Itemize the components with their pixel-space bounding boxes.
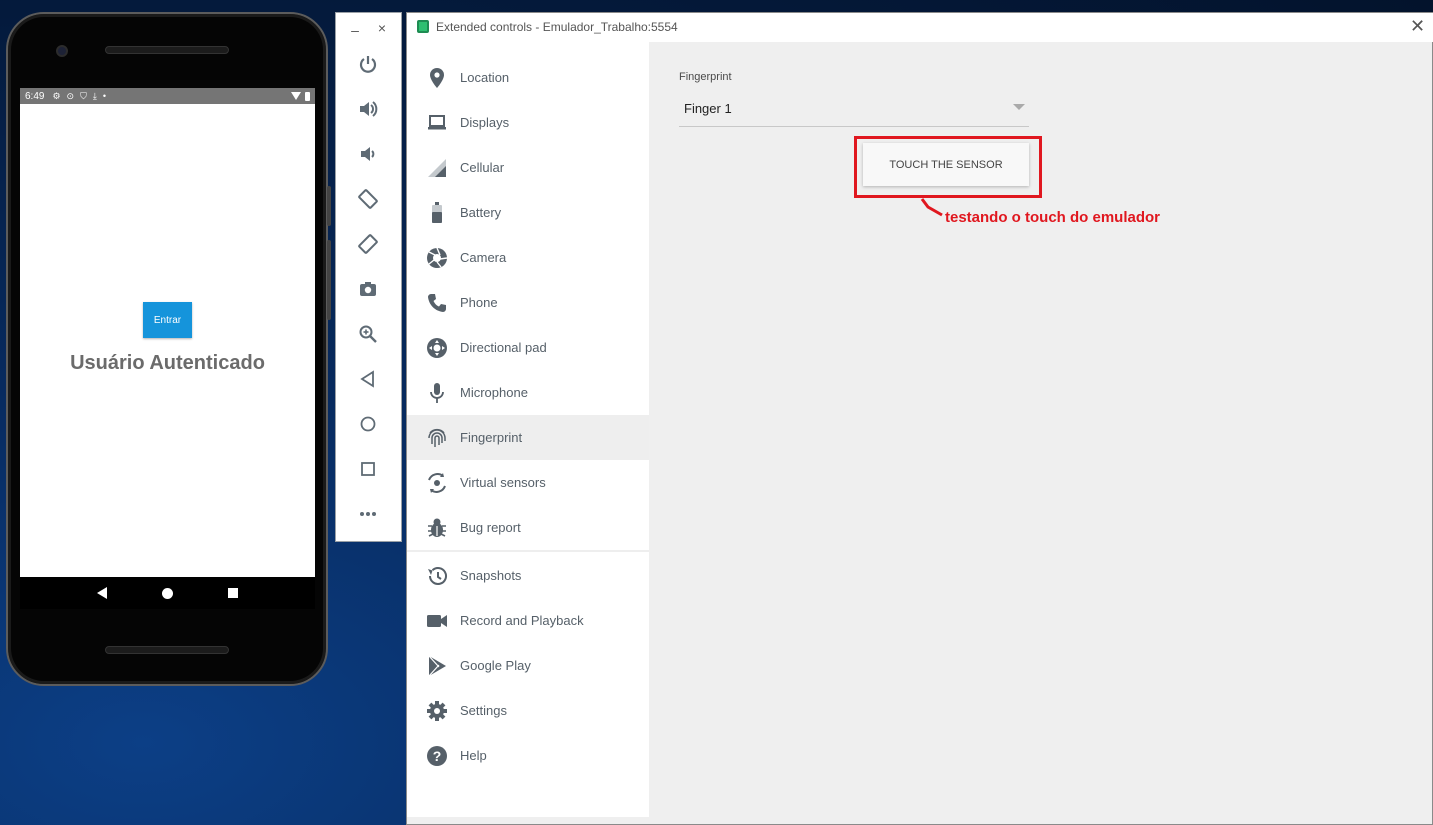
- location-icon: ⊙: [66, 90, 75, 101]
- camera-icon: [425, 246, 449, 270]
- emulator-app-icon: [417, 20, 429, 33]
- bug-icon: [425, 516, 449, 540]
- sidebar-item-bug-report[interactable]: Bug report: [407, 505, 649, 550]
- svg-text:?: ?: [433, 748, 442, 764]
- power-icon[interactable]: [357, 53, 379, 75]
- back-icon[interactable]: [357, 368, 379, 390]
- fingerprint-icon: [425, 426, 449, 450]
- sidebar-item-cellular[interactable]: Cellular: [407, 145, 649, 190]
- rotate-right-icon[interactable]: [357, 233, 379, 255]
- sidebar-item-directional-pad[interactable]: Directional pad: [407, 325, 649, 370]
- sidebar-item-displays[interactable]: Displays: [407, 100, 649, 145]
- phone-power-key: [327, 186, 331, 226]
- phone-icon: [425, 291, 449, 315]
- sidebar-item-battery[interactable]: Battery: [407, 190, 649, 235]
- displays-icon: [425, 111, 449, 135]
- navigation-bar: [20, 577, 315, 609]
- battery-icon: [305, 91, 310, 101]
- sidebar-divider: [407, 550, 649, 552]
- settings-icon: ⚙: [52, 90, 61, 101]
- dot-icon: •: [102, 90, 106, 101]
- toolbar-close-button[interactable]: ×: [376, 20, 388, 36]
- fingerprint-label: Fingerprint: [679, 71, 732, 83]
- wifi-icon: [291, 92, 301, 100]
- virtual-sensors-icon: [425, 471, 449, 495]
- sidebar-item-help[interactable]: ? Help: [407, 733, 649, 778]
- phone-volume-key: [327, 240, 331, 320]
- sidebar-item-camera[interactable]: Camera: [407, 235, 649, 280]
- annotation-text: testando o touch do emulador: [945, 209, 1161, 226]
- sidebar-item-microphone[interactable]: Microphone: [407, 370, 649, 415]
- earpiece-speaker: [105, 46, 229, 54]
- status-time: 6:49: [25, 90, 45, 102]
- front-camera: [56, 45, 68, 57]
- sidebar-item-virtual-sensors[interactable]: Virtual sensors: [407, 460, 649, 505]
- sidebar-item-fingerprint[interactable]: Fingerprint: [407, 415, 649, 460]
- sidebar-item-record-playback[interactable]: Record and Playback: [407, 598, 649, 643]
- app-screen: [20, 104, 315, 577]
- overview-icon[interactable]: [357, 458, 379, 480]
- play-icon: [425, 654, 449, 678]
- screenshot-icon[interactable]: [357, 278, 379, 300]
- dpad-icon: [425, 336, 449, 360]
- snapshots-icon: [425, 564, 449, 588]
- status-bar: 6:49 ⚙ ⊙ ⛉ ⤓ •: [20, 88, 315, 104]
- rotate-left-icon[interactable]: [357, 188, 379, 210]
- zoom-icon[interactable]: [357, 323, 379, 345]
- nav-home-icon[interactable]: [161, 587, 173, 599]
- location-icon: [425, 66, 449, 90]
- nav-recents-icon[interactable]: [227, 588, 238, 598]
- toolbar-minimize-button[interactable]: –: [349, 22, 361, 38]
- volume-up-icon[interactable]: [357, 98, 379, 120]
- shield-icon: ⛉: [80, 90, 87, 101]
- sidebar-item-location[interactable]: Location: [407, 55, 649, 100]
- sidebar-item-snapshots[interactable]: Snapshots: [407, 553, 649, 598]
- authenticated-text: Usuário Autenticado: [70, 352, 265, 374]
- battery-icon: [425, 201, 449, 225]
- window-title: Extended controls - Emulador_Trabalho:55…: [436, 20, 678, 34]
- cellular-icon: [425, 156, 449, 180]
- annotation-highlight-box: [854, 136, 1042, 198]
- sidebar-item-google-play[interactable]: Google Play: [407, 643, 649, 688]
- annotation-pointer: [920, 198, 943, 217]
- help-icon: ?: [425, 744, 449, 768]
- chevron-down-icon[interactable]: [1013, 104, 1025, 110]
- settings-icon: [425, 699, 449, 723]
- record-icon: [425, 609, 449, 633]
- entrar-button[interactable]: Entrar: [143, 302, 192, 338]
- nav-back-icon[interactable]: [97, 587, 108, 599]
- microphone-icon: [425, 381, 449, 405]
- finger-select-value: Finger 1: [684, 101, 732, 116]
- sidebar-item-settings[interactable]: Settings: [407, 688, 649, 733]
- download-icon: ⤓: [92, 90, 97, 101]
- bottom-speaker: [105, 646, 229, 654]
- home-icon[interactable]: [357, 413, 379, 435]
- more-icon[interactable]: [357, 503, 379, 525]
- window-close-button[interactable]: ✕: [1410, 16, 1425, 37]
- volume-down-icon[interactable]: [357, 143, 379, 165]
- sidebar-item-phone[interactable]: Phone: [407, 280, 649, 325]
